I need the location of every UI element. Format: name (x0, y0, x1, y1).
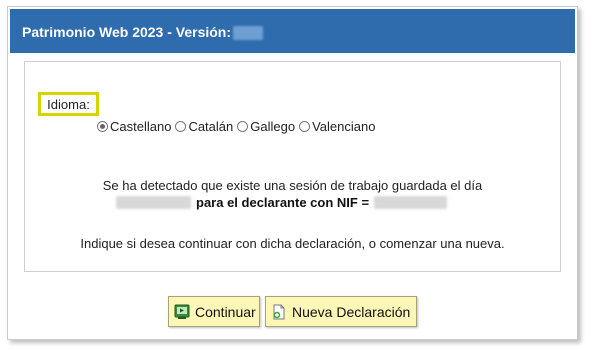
version-redacted (233, 26, 264, 41)
radio-valenciano-label: Valenciano (312, 119, 376, 134)
radio-gallego[interactable]: Gallego (237, 119, 295, 134)
language-radio-group: Castellano Catalán Gallego Valenciano (97, 119, 379, 134)
radio-catalan-control[interactable] (175, 121, 187, 132)
radio-catalan[interactable]: Catalán (175, 119, 233, 134)
session-message-line2: para el declarante con NIF = (116, 195, 448, 210)
window-title: Patrimonio Web 2023 - Versión: (22, 24, 264, 41)
radio-castellano-label: Castellano (110, 119, 172, 134)
declarant-nif-text: para el declarante con NIF = (196, 195, 370, 210)
language-label-highlight: Idioma: (38, 92, 99, 116)
session-message-line1: Se ha detectado que existe una sesión de… (102, 178, 483, 193)
radio-valenciano[interactable]: Valenciano (299, 119, 375, 134)
new-declaration-button-label: Nueva Declaración (292, 303, 411, 320)
radio-castellano-control[interactable] (97, 121, 108, 132)
radio-gallego-label: Gallego (250, 119, 296, 134)
title-bar: Patrimonio Web 2023 - Versión: (10, 9, 575, 53)
new-declaration-button[interactable]: Nueva Declaración (265, 296, 417, 327)
session-message-line3: Indique si desea continuar con dicha dec… (80, 236, 505, 251)
continue-button[interactable]: Continuar (168, 296, 260, 327)
continue-icon (174, 304, 190, 320)
new-document-icon (271, 304, 287, 320)
radio-valenciano-control[interactable] (299, 121, 311, 132)
radio-gallego-control[interactable] (237, 121, 249, 132)
nif-redacted (374, 196, 448, 209)
continue-button-label: Continuar (195, 303, 256, 320)
radio-catalan-label: Catalán (188, 119, 234, 134)
date-redacted (116, 196, 191, 209)
radio-castellano[interactable]: Castellano (97, 119, 171, 134)
window-title-text: Patrimonio Web 2023 - Versión: (22, 24, 232, 40)
language-label: Idioma: (47, 96, 90, 112)
